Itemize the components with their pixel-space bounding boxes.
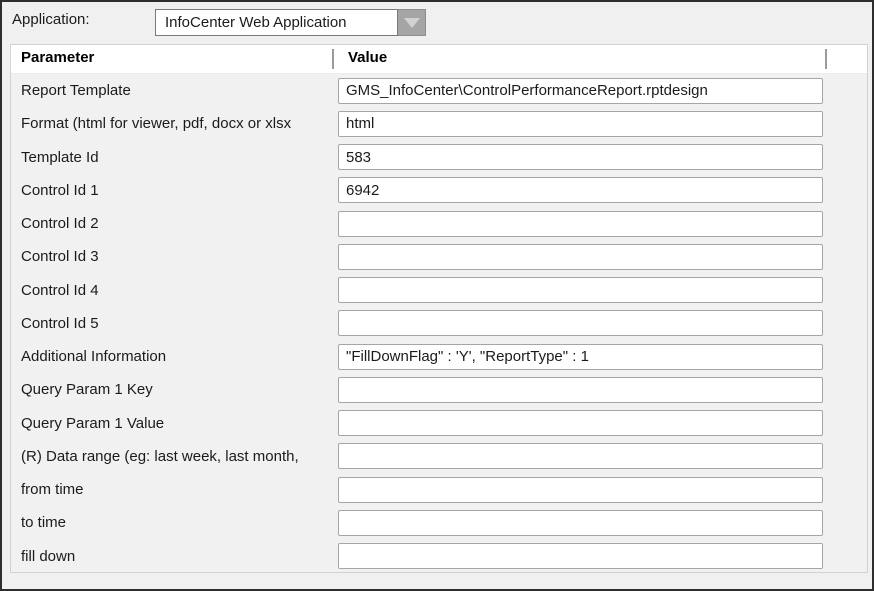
column-divider	[332, 49, 334, 69]
application-row: Application: InfoCenter Web Application	[2, 2, 872, 44]
value-input[interactable]	[338, 177, 823, 203]
table-row: Template Id	[11, 141, 867, 174]
parameter-label: fill down	[11, 548, 338, 565]
table-row: Control Id 3	[11, 240, 867, 273]
parameter-label: Control Id 4	[11, 282, 338, 299]
table-row: Control Id 1	[11, 174, 867, 207]
value-input[interactable]	[338, 111, 823, 137]
value-input[interactable]	[338, 244, 823, 270]
parameter-table: Parameter Value Report Template Format (…	[10, 44, 868, 573]
application-label: Application:	[12, 11, 90, 28]
parameter-label: to time	[11, 514, 338, 531]
parameter-label: Template Id	[11, 149, 338, 166]
table-row: Control Id 2	[11, 207, 867, 240]
parameter-panel: Application: InfoCenter Web Application …	[0, 0, 874, 591]
column-header-value: Value	[348, 49, 387, 66]
table-header: Parameter Value	[11, 45, 867, 74]
table-row: Report Template	[11, 74, 867, 107]
table-row: from time	[11, 473, 867, 506]
table-row: fill down	[11, 540, 867, 573]
value-input[interactable]	[338, 377, 823, 403]
value-input[interactable]	[338, 144, 823, 170]
table-row: Query Param 1 Value	[11, 407, 867, 440]
value-input[interactable]	[338, 344, 823, 370]
dropdown-button[interactable]	[398, 9, 426, 36]
table-row: Control Id 4	[11, 274, 867, 307]
table-row: Query Param 1 Key	[11, 373, 867, 406]
value-input[interactable]	[338, 211, 823, 237]
parameter-label: Query Param 1 Key	[11, 381, 338, 398]
parameter-label: Additional Information	[11, 348, 338, 365]
value-input[interactable]	[338, 410, 823, 436]
column-divider	[825, 49, 827, 69]
table-body: Report Template Format (html for viewer,…	[11, 74, 867, 573]
parameter-label: Format (html for viewer, pdf, docx or xl…	[11, 115, 338, 132]
parameter-label: (R) Data range (eg: last week, last mont…	[11, 448, 338, 465]
parameter-label: Report Template	[11, 82, 338, 99]
value-input[interactable]	[338, 443, 823, 469]
parameter-label: Query Param 1 Value	[11, 415, 338, 432]
column-header-parameter: Parameter	[21, 49, 94, 66]
table-row: Additional Information	[11, 340, 867, 373]
value-input[interactable]	[338, 510, 823, 536]
value-input[interactable]	[338, 78, 823, 104]
table-row: to time	[11, 506, 867, 539]
table-row: (R) Data range (eg: last week, last mont…	[11, 440, 867, 473]
application-dropdown[interactable]: InfoCenter Web Application	[155, 9, 426, 36]
chevron-down-icon	[404, 18, 420, 28]
application-select[interactable]: InfoCenter Web Application	[155, 9, 398, 36]
table-row: Format (html for viewer, pdf, docx or xl…	[11, 107, 867, 140]
value-input[interactable]	[338, 310, 823, 336]
value-input[interactable]	[338, 277, 823, 303]
parameter-label: Control Id 2	[11, 215, 338, 232]
parameter-label: Control Id 3	[11, 248, 338, 265]
parameter-label: Control Id 5	[11, 315, 338, 332]
value-input[interactable]	[338, 477, 823, 503]
value-input[interactable]	[338, 543, 823, 569]
parameter-label: Control Id 1	[11, 182, 338, 199]
parameter-label: from time	[11, 481, 338, 498]
table-row: Control Id 5	[11, 307, 867, 340]
